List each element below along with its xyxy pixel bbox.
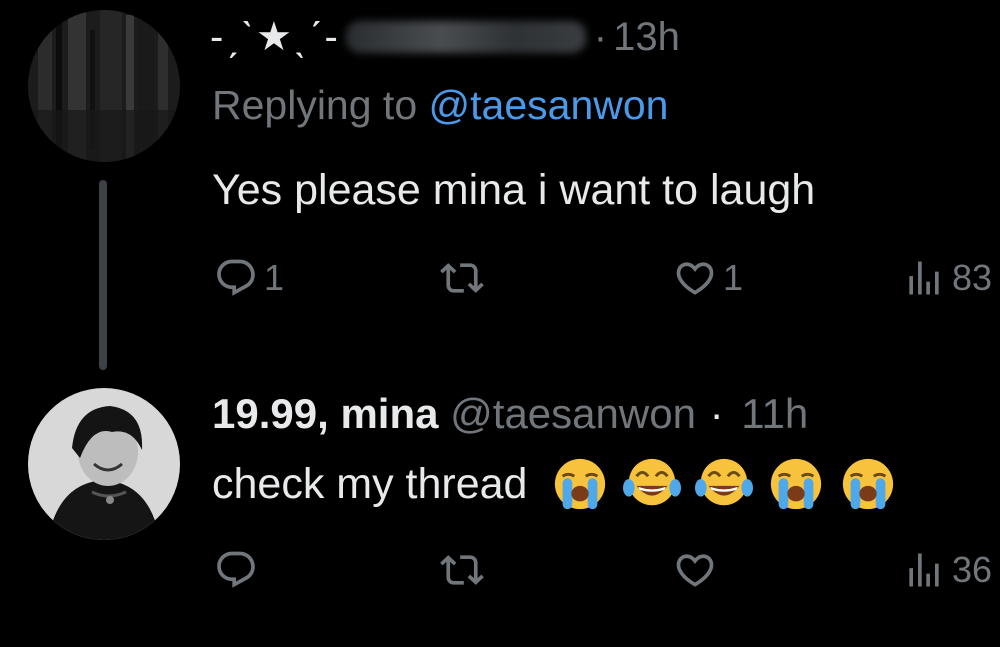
repost-button[interactable] [440, 548, 490, 592]
loudly-crying-face-icon [771, 458, 822, 510]
replying-to-label: Replying to [212, 82, 418, 128]
reply-button[interactable] [214, 548, 264, 592]
reply-count: 1 [264, 257, 285, 298]
tweet-text-content: check my thread [212, 459, 528, 508]
repost-icon [440, 263, 484, 293]
tweet-header: 19.99, mina @taesanwon · 11h [212, 390, 808, 438]
reply-button[interactable]: 1 [214, 256, 284, 300]
repost-button[interactable] [440, 256, 490, 300]
redacted-username [345, 21, 586, 53]
separator-dot: · [709, 390, 724, 437]
replying-to-handle[interactable]: @taesanwon [429, 82, 669, 128]
views-button[interactable]: 36 [902, 548, 992, 592]
views-chart-icon [909, 553, 939, 587]
username[interactable]: @taesanwon [450, 390, 696, 437]
loudly-crying-face-icon [555, 458, 606, 510]
tweet-text: check my thread [212, 455, 899, 513]
separator-dot: · [593, 14, 608, 59]
reply-icon [217, 551, 255, 588]
timestamp[interactable]: 13h [613, 15, 680, 60]
heart-icon [676, 262, 714, 295]
repost-icon [440, 555, 484, 585]
face-with-tears-of-joy-icon [695, 458, 754, 506]
avatar[interactable] [28, 10, 180, 162]
like-button[interactable] [673, 548, 723, 592]
replying-to: Replying to @taesanwon [212, 82, 668, 129]
reply-thread: -ˏˋ★ˎˊ- · 13h Replying to @taesanwon Yes… [0, 0, 1000, 647]
loudly-crying-face-icon [843, 458, 894, 510]
view-count: 36 [952, 549, 993, 590]
emoji-group [549, 455, 899, 513]
like-count: 1 [723, 257, 744, 298]
face-with-tears-of-joy-icon [623, 458, 682, 506]
heart-icon [676, 554, 714, 587]
tweet-text: Yes please mina i want to laugh [212, 166, 816, 214]
tweet-header: -ˏˋ★ˎˊ- · 13h [210, 12, 680, 62]
thread-connector-line [99, 180, 107, 370]
like-button[interactable]: 1 [673, 256, 743, 300]
views-chart-icon [909, 261, 939, 295]
avatar[interactable] [28, 388, 180, 540]
views-button[interactable]: 83 [902, 256, 992, 300]
reply-icon [217, 259, 255, 296]
view-count: 83 [952, 257, 993, 298]
display-name-decoration[interactable]: -ˏˋ★ˎˊ- [210, 14, 340, 60]
display-name[interactable]: 19.99, mina [212, 390, 438, 437]
timestamp[interactable]: 11h [741, 390, 808, 437]
